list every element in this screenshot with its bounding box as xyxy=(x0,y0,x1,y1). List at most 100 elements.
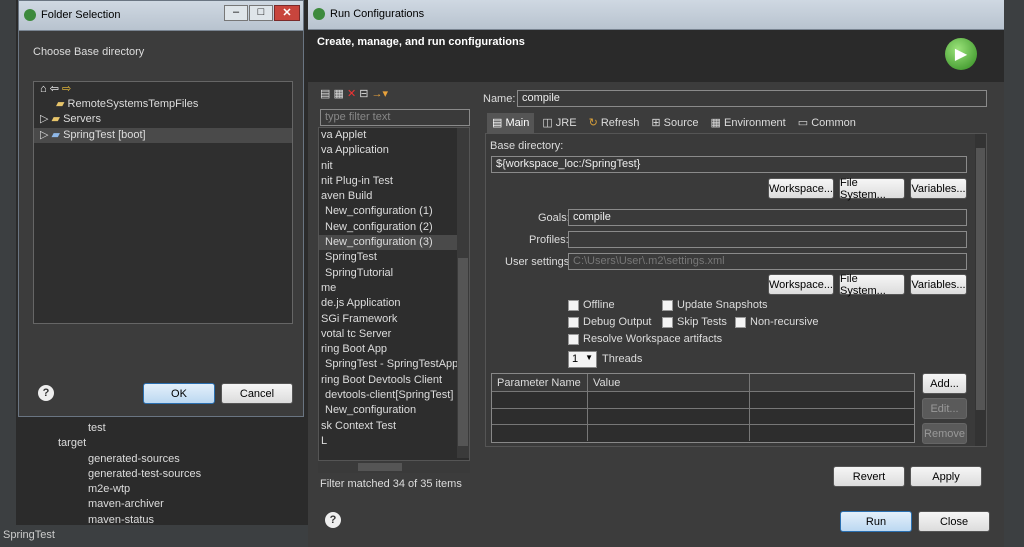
run-header: Create, manage, and run configurations ▶ xyxy=(308,30,1004,82)
expand-icon[interactable]: ▷ xyxy=(40,113,48,125)
cancel-button[interactable]: Cancel xyxy=(221,383,293,404)
config-list-item[interactable]: New_configuration xyxy=(319,403,469,418)
panel-vscroll[interactable] xyxy=(975,134,986,446)
filter-input[interactable]: type filter text xyxy=(320,109,470,126)
tree-item[interactable]: generated-test-sources xyxy=(40,467,305,482)
tab-common[interactable]: ▭ Common xyxy=(794,113,860,133)
tab-main[interactable]: ▤ Main xyxy=(487,113,535,133)
config-list-item[interactable]: SpringTest - SpringTestApplic xyxy=(319,357,469,372)
settings-input[interactable]: C:\Users\User\.m2\settings.xml xyxy=(568,253,967,270)
maximize-button[interactable]: □ xyxy=(249,5,273,21)
home-icon[interactable]: ⌂ xyxy=(40,83,47,95)
apply-button[interactable]: Apply xyxy=(910,466,982,487)
skip-tests-checkbox[interactable]: Skip Tests xyxy=(662,316,727,328)
list-vscroll[interactable] xyxy=(457,128,469,458)
common-tab-icon: ▭ xyxy=(797,117,809,129)
filesystem-button[interactable]: File System... xyxy=(839,177,905,201)
threads-select[interactable]: 1 ▼ xyxy=(568,351,597,368)
tree-item[interactable]: generated-sources xyxy=(40,452,305,467)
tree-item[interactable]: m2e-wtp xyxy=(40,482,305,497)
filter-icon[interactable]: →▾ xyxy=(372,88,389,100)
config-list-item[interactable]: New_configuration (3) xyxy=(319,235,469,251)
close-button[interactable]: Close xyxy=(918,511,990,532)
config-list-item[interactable]: va Application xyxy=(319,143,469,158)
config-list-item[interactable]: va Applet xyxy=(319,128,469,143)
config-list-item[interactable]: New_configuration (2) xyxy=(319,220,469,235)
param-value-header[interactable]: Value xyxy=(588,374,750,391)
left-toolbar xyxy=(0,0,16,547)
config-list-item[interactable]: ring Boot Devtools Client xyxy=(319,373,469,388)
config-list-item[interactable]: de.js Application xyxy=(319,296,469,311)
tab-environment[interactable]: ▦ Environment xyxy=(707,113,790,133)
workspace-button[interactable]: Workspace... xyxy=(768,178,834,199)
variables-button-2[interactable]: Variables... xyxy=(910,274,967,295)
expand-icon[interactable]: ▷ xyxy=(40,129,48,141)
collapse-icon[interactable]: ⊟ xyxy=(359,88,368,100)
config-list-item[interactable]: SpringTutorial xyxy=(319,266,469,281)
config-list-item[interactable]: nit Plug-in Test xyxy=(319,174,469,189)
new-config-icon[interactable]: ▤ xyxy=(320,88,330,100)
name-input[interactable]: compile xyxy=(517,90,987,107)
tree-item[interactable]: ▷ ▰ Servers xyxy=(34,112,292,127)
config-list-item[interactable]: L xyxy=(319,434,469,449)
list-hscroll[interactable] xyxy=(318,461,470,473)
param-name-header[interactable]: Parameter Name xyxy=(492,374,588,391)
tab-refresh[interactable]: ↻ Refresh xyxy=(585,113,644,133)
main-tab-panel: Base directory: ${workspace_loc:/SpringT… xyxy=(485,133,987,447)
debug-output-checkbox[interactable]: Debug Output xyxy=(568,316,652,328)
main-tab-icon: ▤ xyxy=(492,117,503,129)
threads-label: Threads xyxy=(602,353,643,365)
table-row[interactable] xyxy=(492,425,914,441)
edit-button[interactable]: Edit... xyxy=(922,398,967,419)
back-icon[interactable]: ⇦ xyxy=(50,83,59,95)
config-list-item[interactable]: sk Context Test xyxy=(319,419,469,434)
table-row[interactable] xyxy=(492,392,914,409)
add-button[interactable]: Add... xyxy=(922,373,967,394)
config-list-item[interactable]: aven Build xyxy=(319,189,469,204)
tree-item[interactable]: ▷ ▰ SpringTest [boot] xyxy=(34,127,292,143)
jre-tab-icon: ◫ xyxy=(542,117,553,129)
config-list-item[interactable]: ring Boot App xyxy=(319,342,469,357)
tab-bar: ▤ Main ◫ JRE ↻ Refresh ⊞ Source ▦ Enviro… xyxy=(485,113,987,133)
remove-button[interactable]: Remove xyxy=(922,423,967,444)
help-icon[interactable]: ? xyxy=(325,512,341,528)
tree-item[interactable]: test xyxy=(40,421,305,436)
config-list-item[interactable]: votal tc Server xyxy=(319,327,469,342)
delete-icon[interactable]: ✕ xyxy=(347,88,356,100)
goals-input[interactable]: compile xyxy=(568,209,967,226)
config-list-item[interactable]: devtools-client[SpringTest] xyxy=(319,388,469,403)
resolve-workspace-checkbox[interactable]: Resolve Workspace artifacts xyxy=(568,333,722,345)
non-recursive-checkbox[interactable]: Non-recursive xyxy=(735,316,818,328)
table-row[interactable] xyxy=(492,409,914,425)
close-window-button[interactable]: ✕ xyxy=(274,5,300,21)
update-snapshots-checkbox[interactable]: Update Snapshots xyxy=(662,299,768,311)
tree-item[interactable]: target xyxy=(40,436,305,451)
goals-label: Goals: xyxy=(538,212,570,224)
settings-label: User settings: xyxy=(505,256,573,268)
folder-title: Folder Selection xyxy=(41,9,121,21)
workspace-button-2[interactable]: Workspace... xyxy=(768,274,834,295)
config-list-item[interactable]: New_configuration (1) xyxy=(319,204,469,219)
tree-item[interactable]: ▰ RemoteSystemsTempFiles xyxy=(34,97,292,112)
tab-jre[interactable]: ◫ JRE xyxy=(538,113,580,133)
config-list-item[interactable]: me xyxy=(319,281,469,296)
profiles-input[interactable] xyxy=(568,231,967,248)
tree-item[interactable]: maven-archiver xyxy=(40,497,305,512)
base-dir-input[interactable]: ${workspace_loc:/SpringTest} xyxy=(491,156,967,173)
forward-icon[interactable]: ⇨ xyxy=(62,83,71,95)
minimize-button[interactable]: – xyxy=(224,5,248,21)
status-bar: SpringTest xyxy=(0,525,310,547)
offline-checkbox[interactable]: Offline xyxy=(568,299,615,311)
variables-button[interactable]: Variables... xyxy=(910,178,967,199)
config-list-item[interactable]: SpringTest xyxy=(319,250,469,265)
config-list-item[interactable]: nit xyxy=(319,159,469,174)
help-icon[interactable]: ? xyxy=(38,385,54,401)
duplicate-icon[interactable]: ▦ xyxy=(333,88,343,100)
config-toolbar: ▤ ▦ ✕ ⊟ →▾ xyxy=(320,87,460,105)
filesystem-button-2[interactable]: File System... xyxy=(839,273,905,297)
config-list-item[interactable]: SGi Framework xyxy=(319,312,469,327)
run-button[interactable]: Run xyxy=(840,511,912,532)
ok-button[interactable]: OK xyxy=(143,383,215,404)
revert-button[interactable]: Revert xyxy=(833,466,905,487)
tab-source[interactable]: ⊞ Source xyxy=(647,113,702,133)
